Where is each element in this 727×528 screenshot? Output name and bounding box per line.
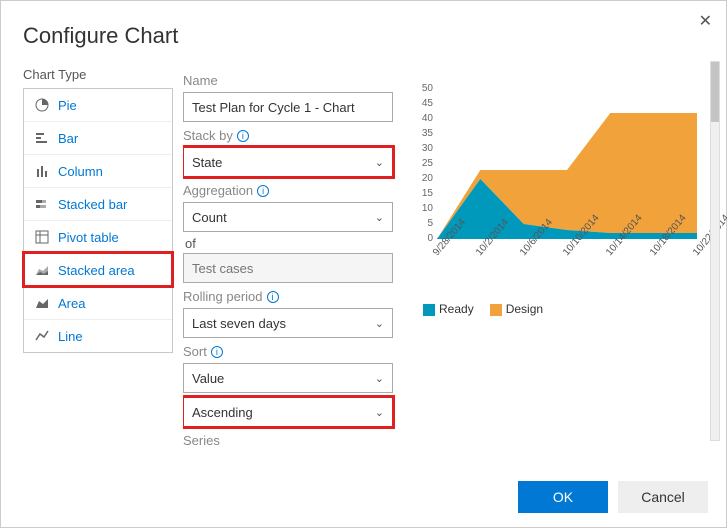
ok-button[interactable]: OK: [518, 481, 608, 513]
rolling-select[interactable]: Last seven days⌄: [183, 308, 393, 338]
close-icon[interactable]: ✕: [699, 11, 712, 31]
chevron-down-icon: ⌄: [375, 156, 384, 169]
chart-type-label: Line: [58, 329, 83, 344]
chart-type-sbar[interactable]: Stacked bar: [24, 187, 172, 220]
sarea-icon: [34, 262, 50, 278]
cancel-button[interactable]: Cancel: [618, 481, 708, 513]
aggregation-label: Aggregationi: [183, 183, 403, 198]
configure-chart-dialog: ✕ Configure Chart Chart Type Pie Bar Colum…: [0, 0, 727, 528]
pivot-icon: [34, 229, 50, 245]
sort-direction-select[interactable]: Ascending⌄: [183, 397, 393, 427]
pie-icon: [34, 97, 50, 113]
chart-type-pie[interactable]: Pie: [24, 89, 172, 121]
sort-label: Sorti: [183, 344, 403, 359]
legend-swatch-design: [490, 304, 502, 316]
chart-type-label: Pie: [58, 98, 77, 113]
rolling-label: Rolling periodi: [183, 289, 403, 304]
chart-type-col[interactable]: Column: [24, 154, 172, 187]
name-label: Name: [183, 73, 403, 88]
col-icon: [34, 163, 50, 179]
chart-type-label: Pivot table: [58, 230, 119, 245]
chart-type-label: Column: [58, 164, 103, 179]
legend-label-design: Design: [506, 302, 543, 316]
chart-type-sarea[interactable]: Stacked area: [24, 253, 172, 286]
bar-icon: [34, 130, 50, 146]
chart-type-label: Bar: [58, 131, 78, 146]
legend-swatch-ready: [423, 304, 435, 316]
chart-type-label: Area: [58, 296, 85, 311]
sbar-icon: [34, 196, 50, 212]
x-axis: 9/28/201410/2/201410/6/201410/10/201410/…: [437, 241, 697, 291]
plot-area: [437, 89, 697, 239]
chart-options-form: Name Stack byi State⌄ Aggregationi Count…: [183, 67, 403, 447]
count-of-input: [183, 253, 393, 283]
info-icon[interactable]: i: [211, 346, 223, 358]
chart-type-area[interactable]: Area: [24, 286, 172, 319]
chevron-down-icon: ⌄: [375, 406, 384, 419]
chart-type-label: Stacked bar: [58, 197, 127, 212]
info-icon[interactable]: i: [257, 185, 269, 197]
stackby-label: Stack byi: [183, 128, 403, 143]
of-label: of: [185, 236, 403, 251]
chart-type-label: Chart Type: [23, 67, 173, 82]
chart-type-pivot[interactable]: Pivot table: [24, 220, 172, 253]
chart-type-label: Stacked area: [58, 263, 135, 278]
chevron-down-icon: ⌄: [375, 372, 384, 385]
aggregation-select[interactable]: Count⌄: [183, 202, 393, 232]
chart-type-list: Pie Bar Column Stacked bar Pivot table Stacke…: [23, 88, 173, 353]
area-icon: [34, 295, 50, 311]
scrollbar[interactable]: [710, 61, 720, 441]
legend-label-ready: Ready: [439, 302, 474, 316]
line-icon: [34, 328, 50, 344]
chart-type-line[interactable]: Line: [24, 319, 172, 352]
info-icon[interactable]: i: [237, 130, 249, 142]
chevron-down-icon: ⌄: [375, 211, 384, 224]
sort-field-select[interactable]: Value⌄: [183, 363, 393, 393]
stackby-select[interactable]: State⌄: [183, 147, 393, 177]
info-icon[interactable]: i: [267, 291, 279, 303]
scrollbar-thumb[interactable]: [711, 62, 719, 122]
chart-legend: Ready Design: [423, 302, 543, 316]
chart-type-bar[interactable]: Bar: [24, 121, 172, 154]
chart-preview: 05101520253035404550 9/28/201410/2/20141…: [413, 67, 704, 447]
chart-type-sidebar: Chart Type Pie Bar Column Stacked bar Pivot …: [23, 67, 173, 447]
chart-name-input[interactable]: [183, 92, 393, 122]
dialog-title: Configure Chart: [23, 23, 704, 49]
chevron-down-icon: ⌄: [375, 317, 384, 330]
series-label: Series: [183, 433, 403, 447]
